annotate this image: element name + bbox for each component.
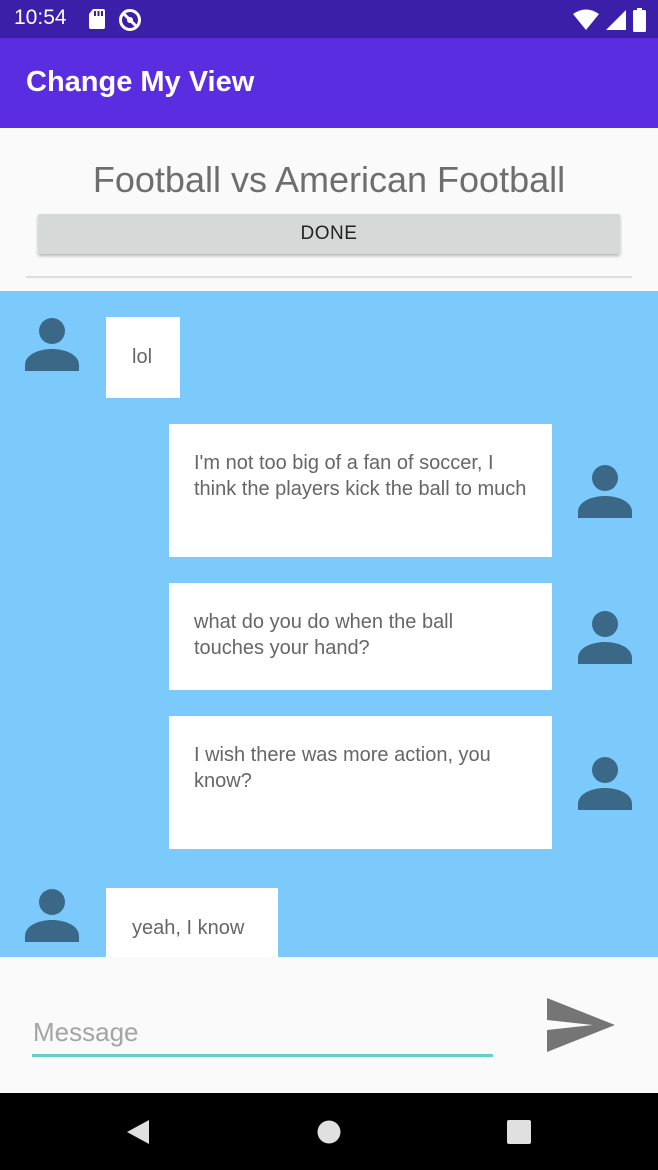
chat-message-list[interactable]: lol I'm not too big of a fan of soccer, … bbox=[0, 291, 658, 957]
message-bubble-sent: what do you do when the ball touches you… bbox=[169, 583, 552, 690]
send-button[interactable] bbox=[542, 993, 618, 1059]
send-icon bbox=[547, 997, 615, 1052]
message-text: I'm not too big of a fan of soccer, I th… bbox=[194, 452, 527, 500]
recents-icon[interactable] bbox=[506, 1119, 532, 1145]
status-left-icons bbox=[88, 8, 142, 32]
message-bubble-sent: I wish there was more action, you know? bbox=[169, 716, 552, 849]
message-composer bbox=[0, 957, 658, 1093]
message-bubble-sent: I'm not too big of a fan of soccer, I th… bbox=[169, 424, 552, 557]
message-bubble-received: lol bbox=[106, 317, 180, 398]
app-bar: Change My View bbox=[0, 38, 658, 128]
wifi-icon bbox=[573, 9, 599, 30]
back-icon[interactable] bbox=[125, 1119, 151, 1145]
status-bar: 10:54 bbox=[0, 0, 658, 38]
message-text: what do you do when the ball touches you… bbox=[194, 611, 454, 659]
signal-icon bbox=[606, 10, 626, 30]
user-avatar-icon bbox=[25, 889, 79, 942]
app-title: Change My View bbox=[26, 66, 255, 98]
user-avatar-icon bbox=[25, 318, 79, 371]
header-divider bbox=[26, 276, 632, 278]
message-text: yeah, I know bbox=[132, 917, 245, 939]
topic-header: Football vs American Football DONE bbox=[0, 128, 658, 291]
message-text: lol bbox=[132, 346, 153, 368]
navigation-bar bbox=[0, 1093, 658, 1170]
message-bubble-received: yeah, I know bbox=[106, 888, 278, 957]
status-right-icons bbox=[573, 8, 646, 32]
user-avatar-icon bbox=[578, 465, 632, 518]
message-input[interactable] bbox=[32, 1011, 493, 1057]
sd-card-icon bbox=[89, 9, 105, 29]
topic-title: Football vs American Football bbox=[92, 159, 566, 200]
user-avatar-icon bbox=[578, 611, 632, 664]
user-avatar-icon bbox=[578, 757, 632, 810]
message-text: I wish there was more action, you know? bbox=[194, 744, 491, 792]
battery-icon bbox=[633, 8, 646, 32]
done-button[interactable]: DONE bbox=[38, 214, 620, 254]
do-not-disturb-icon bbox=[119, 9, 141, 31]
home-icon[interactable] bbox=[316, 1119, 342, 1145]
status-time: 10:54 bbox=[14, 6, 67, 29]
